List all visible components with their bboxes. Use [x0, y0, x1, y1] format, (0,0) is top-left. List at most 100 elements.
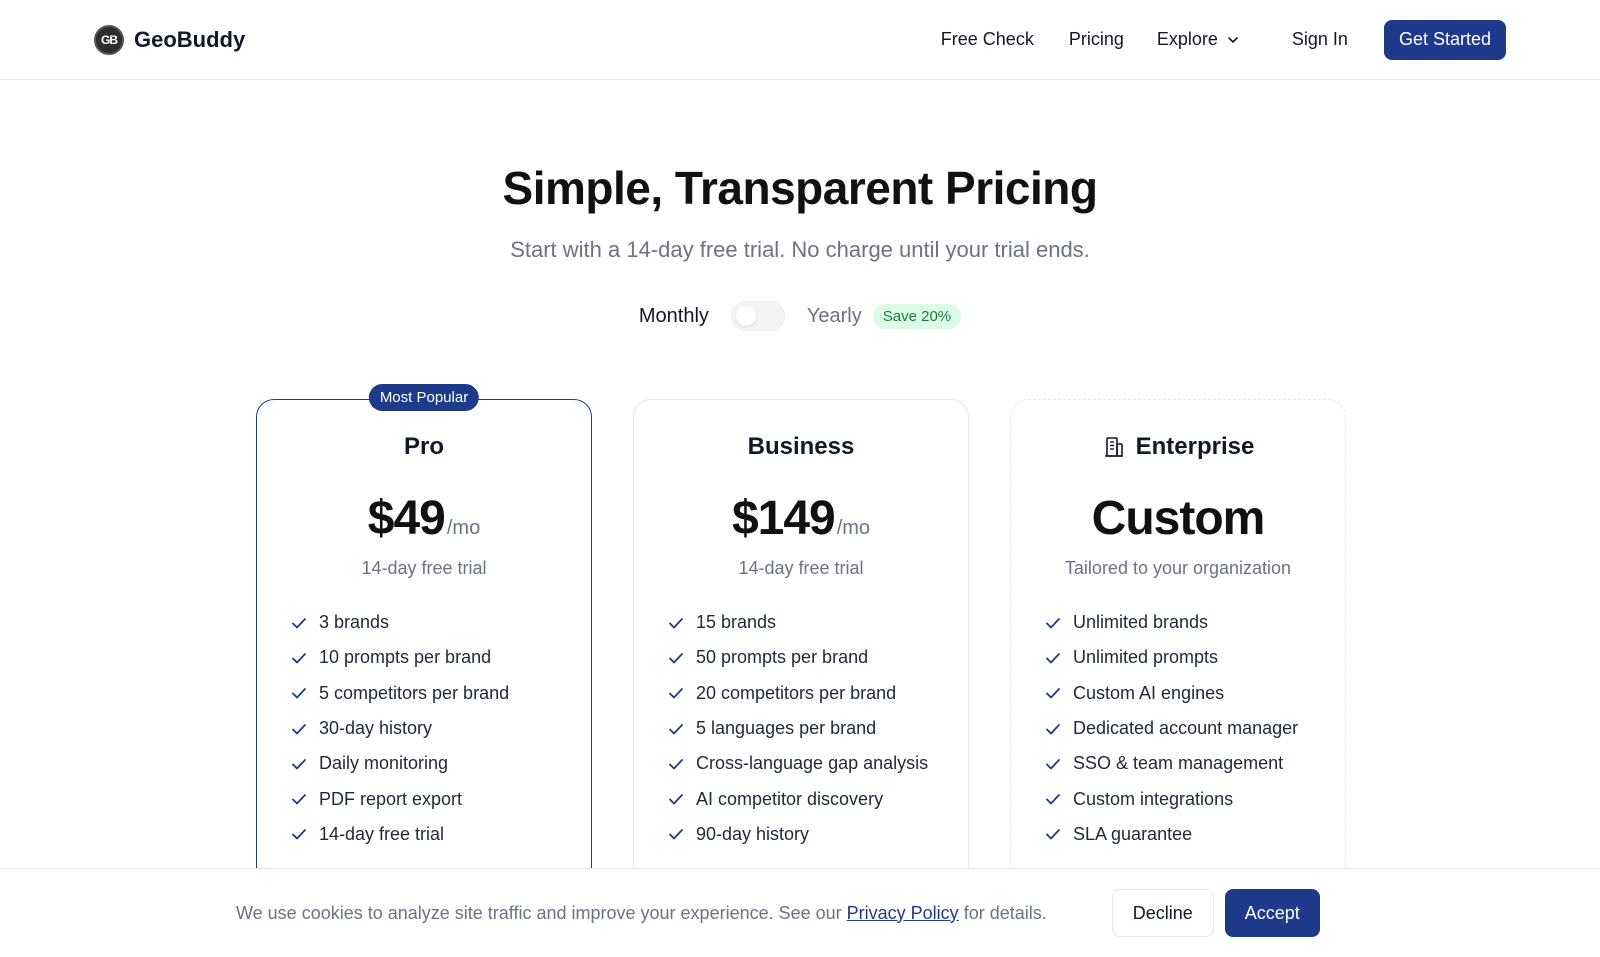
billing-monthly-label[interactable]: Monthly [639, 305, 709, 328]
get-started-button[interactable]: Get Started [1383, 19, 1506, 60]
feature-text: 3 brands [319, 612, 390, 633]
billing-yearly-label[interactable]: Yearly [807, 305, 862, 328]
feature-text: Custom integrations [1073, 788, 1234, 809]
check-icon [669, 794, 683, 805]
plan-name-text: Business [747, 433, 855, 460]
check-icon [292, 794, 306, 805]
check-icon [669, 653, 683, 664]
plan-note: 14-day free trial [361, 558, 487, 578]
feature-item: Daily monitoring [289, 746, 591, 781]
save-badge: Save 20% [872, 303, 962, 329]
feature-item: Dedicated account manager [1043, 711, 1345, 746]
check-icon [669, 688, 683, 699]
building-icon [1104, 437, 1123, 457]
feature-item: Unlimited brands [1043, 605, 1345, 640]
feature-list: 15 brands 50 prompts per brand 20 competit… [634, 605, 968, 852]
feature-item: 5 languages per brand [666, 711, 968, 746]
cookie-text-before: We use cookies to analyze site traffic a… [236, 902, 847, 923]
feature-text: Daily monitoring [319, 753, 449, 774]
check-icon [669, 829, 683, 840]
check-icon [1046, 688, 1060, 699]
plan-name: Pro [257, 433, 591, 461]
pricing-hero: Simple, Transparent Pricing Start with a… [0, 161, 1600, 331]
decline-button[interactable]: Decline [1111, 889, 1214, 937]
check-icon [669, 758, 683, 770]
sign-in-link[interactable]: Sign In [1292, 29, 1348, 50]
feature-list: Unlimited brands Unlimited prompts Custom … [1011, 605, 1345, 852]
nav-explore[interactable]: Explore [1157, 29, 1240, 50]
plan-name-text: Pro [403, 433, 444, 460]
check-icon [1046, 758, 1060, 770]
feature-list: 3 brands 10 prompts per brand 5 competitor… [257, 605, 591, 852]
plan-price: Custom [1011, 491, 1345, 546]
accept-button[interactable]: Accept [1224, 889, 1320, 937]
plan-name: Business [634, 433, 968, 461]
price-amount: Custom [1091, 492, 1266, 545]
nav-free-check[interactable]: Free Check [941, 29, 1034, 50]
page-subtitle: Start with a 14-day free trial. No charg… [510, 237, 1090, 262]
feature-item: 15 brands [666, 605, 968, 640]
nav-pricing[interactable]: Pricing [1069, 29, 1124, 50]
feature-text: Dedicated account manager [1073, 718, 1299, 739]
billing-toggle[interactable] [730, 301, 785, 331]
feature-text: 90-day history [696, 823, 810, 844]
feature-text: 5 competitors per brand [319, 682, 510, 703]
feature-item: AI competitor discovery [666, 781, 968, 816]
cookie-banner: We use cookies to analyze site traffic a… [0, 868, 1600, 957]
plan-price: $49 /mo [257, 491, 591, 546]
site-header: GB GeoBuddy Free Check Pricing Explore S… [0, 0, 1600, 80]
feature-item: 14-day free trial [289, 817, 591, 852]
check-icon [1046, 617, 1060, 629]
check-icon [669, 723, 683, 734]
check-icon [292, 758, 306, 770]
nav-explore-label: Explore [1156, 29, 1218, 49]
most-popular-badge: Most Popular [368, 384, 480, 411]
check-icon [1046, 829, 1060, 840]
toggle-knob [735, 306, 756, 326]
brand[interactable]: GB GeoBuddy [94, 24, 246, 55]
feature-text: Unlimited prompts [1073, 647, 1219, 668]
brand-logo-icon: GB [94, 24, 124, 55]
feature-text: SSO & team management [1073, 753, 1284, 774]
plan-card-enterprise: Enterprise Custom Tailored to your organ… [1010, 399, 1346, 919]
feature-item: 90-day history [666, 817, 968, 852]
privacy-policy-link[interactable]: Privacy Policy [847, 903, 959, 923]
plan-cards: Most Popular Pro $49 /mo 14-day free tri… [256, 384, 1346, 919]
main-nav: Free Check Pricing Explore Sign In Get S… [906, 19, 1506, 60]
feature-text: 10 prompts per brand [319, 647, 492, 668]
feature-item: Custom AI engines [1043, 676, 1345, 711]
check-icon [292, 688, 306, 699]
feature-text: 15 brands [696, 612, 777, 633]
price-unit: /mo [446, 517, 481, 539]
check-icon [669, 617, 683, 629]
page-title: Simple, Transparent Pricing [502, 162, 1098, 214]
billing-toggle-group: Monthly Yearly Save 20% [0, 301, 1600, 331]
plan-card-pro: Most Popular Pro $49 /mo 14-day free tri… [256, 384, 592, 919]
feature-text: 30-day history [319, 718, 433, 739]
check-icon [292, 617, 306, 629]
plan-note: 14-day free trial [738, 558, 864, 578]
plan-name: Enterprise [1011, 433, 1345, 461]
feature-item: 30-day history [289, 711, 591, 746]
feature-text: 14-day free trial [319, 823, 445, 844]
cookie-text-after: for details. [958, 902, 1047, 923]
check-icon [292, 653, 306, 664]
brand-name: GeoBuddy [134, 26, 246, 52]
feature-text: AI competitor discovery [696, 788, 884, 809]
feature-text: Unlimited brands [1073, 612, 1209, 633]
check-icon [1046, 653, 1060, 664]
plan-price: $149 /mo [634, 491, 968, 546]
feature-item: SSO & team management [1043, 746, 1345, 781]
feature-item: Cross-language gap analysis [666, 746, 968, 781]
feature-item: 20 competitors per brand [666, 676, 968, 711]
feature-text: 20 competitors per brand [696, 682, 897, 703]
feature-text: SLA guarantee [1073, 823, 1193, 844]
feature-text: Cross-language gap analysis [696, 753, 929, 774]
check-icon [1046, 723, 1060, 734]
check-icon [1046, 794, 1060, 805]
plan-card-business: Business $149 /mo 14-day free trial 15 b… [633, 399, 969, 919]
cookie-text: We use cookies to analyze site traffic a… [236, 903, 1047, 924]
plan-name-text: Enterprise [1135, 433, 1255, 460]
feature-item: SLA guarantee [1043, 817, 1345, 852]
feature-item: 3 brands [289, 605, 591, 640]
